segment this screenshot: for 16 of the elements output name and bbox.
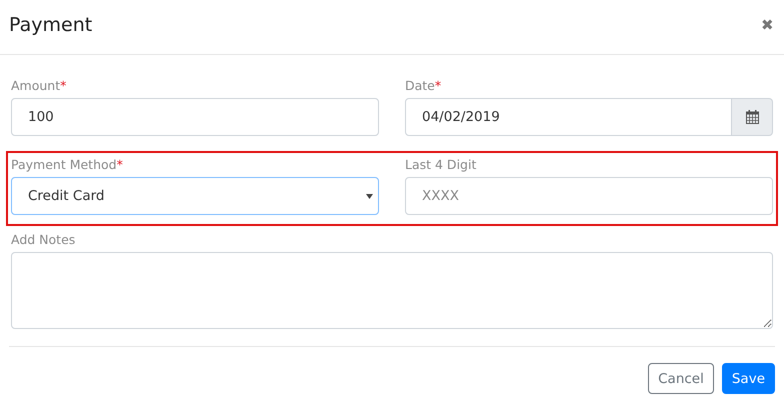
field-label: Add Notes — [11, 232, 76, 247]
calendar-button[interactable] — [732, 98, 773, 136]
caret-icon — [366, 194, 373, 198]
text-input[interactable]: XXXX — [405, 177, 773, 215]
calendar-icon — [746, 110, 758, 124]
field-label: Date* — [405, 78, 442, 93]
text-input[interactable]: 100 — [11, 98, 379, 136]
select-field[interactable]: Credit Card — [11, 177, 379, 215]
close-button[interactable]: ✖ — [761, 18, 774, 32]
field-label: Amount* — [11, 78, 68, 93]
dialog-title: Payment — [9, 14, 92, 36]
field-label: Payment Method* — [11, 157, 124, 172]
cancel-button[interactable]: Cancel — [648, 363, 714, 394]
save-button[interactable]: Save — [722, 363, 775, 394]
date-input[interactable]: 04/02/2019 — [405, 98, 732, 136]
field-label: Last 4 Digit — [405, 157, 478, 172]
